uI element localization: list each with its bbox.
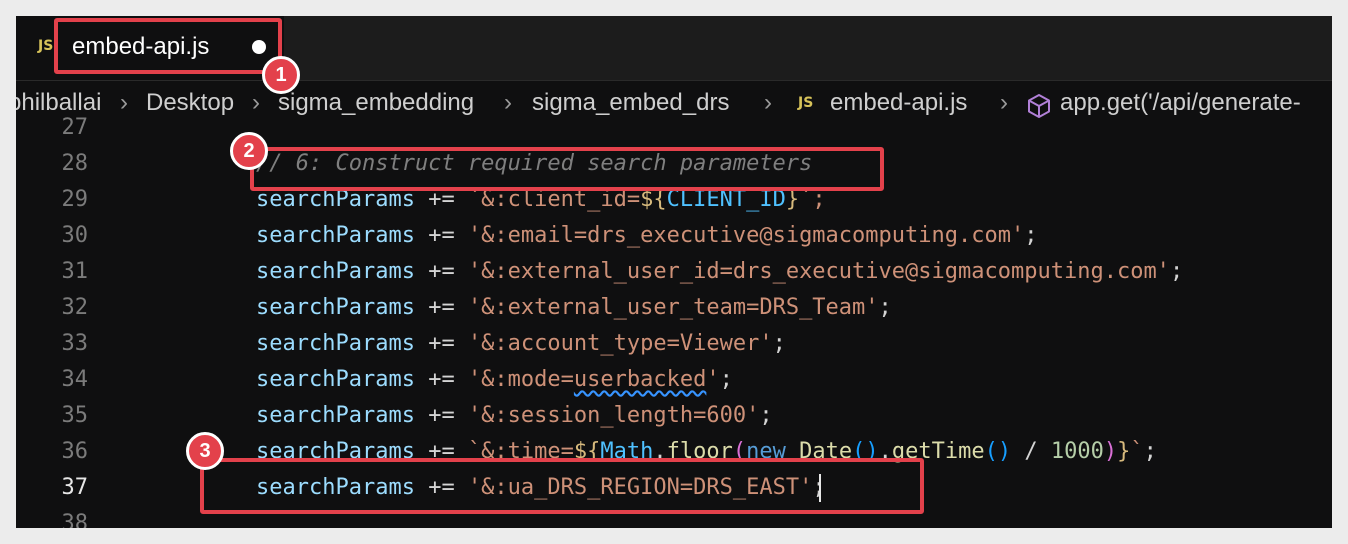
breadcrumb-item-desktop[interactable]: Desktop (146, 81, 234, 125)
code-operator: += (414, 367, 468, 392)
code-operator: += (414, 403, 468, 428)
code-line-33[interactable]: searchParams += '&:account_type=Viewer'; (256, 326, 786, 362)
code-operator: += (414, 223, 468, 248)
code-paren: () (984, 439, 1012, 464)
highlight-box-comment (250, 147, 884, 191)
javascript-file-icon: JS (38, 38, 54, 54)
code-string: ` (1130, 439, 1144, 464)
code-string: '&:external_user_team=DRS_Team' (467, 295, 879, 320)
line-number: 29 (61, 187, 89, 212)
code-string: '&:session_length=600' (467, 403, 760, 428)
chevron-right-icon: › (504, 89, 512, 116)
code-line-35[interactable]: searchParams += '&:session_length=600'; (256, 398, 773, 434)
code-operator: += (414, 331, 468, 356)
code-operator: / (1011, 439, 1051, 464)
code-variable: searchParams (256, 259, 415, 284)
line-number: 38 (61, 511, 89, 528)
code-operator: += (414, 295, 468, 320)
chevron-right-icon: › (764, 89, 772, 116)
code-template-close: } (1117, 439, 1131, 464)
code-semicolon: ; (719, 367, 733, 392)
line-number: 28 (61, 151, 89, 176)
code-semicolon: ; (1024, 223, 1038, 248)
breadcrumb-item-sigma-embed-drs[interactable]: sigma_embed_drs (532, 81, 729, 125)
code-semicolon: ; (1169, 259, 1184, 284)
line-number: 33 (61, 331, 89, 356)
line-number: 35 (61, 403, 89, 428)
chevron-right-icon: › (1000, 89, 1008, 116)
code-variable: searchParams (256, 295, 415, 320)
line-number: 31 (61, 259, 89, 284)
chevron-right-icon: › (252, 89, 260, 116)
annotation-badge-1: 1 (262, 56, 300, 94)
spelling-squiggle-word[interactable]: userbacked (574, 367, 706, 392)
annotation-badge-2: 2 (230, 132, 268, 170)
code-string: '&:account_type=Viewer' (467, 331, 773, 356)
code-line-32[interactable]: searchParams += '&:external_user_team=DR… (256, 290, 892, 326)
chevron-right-icon: › (120, 89, 128, 116)
highlight-box-tab (54, 18, 282, 74)
javascript-file-icon: JS (798, 95, 814, 111)
code-variable: searchParams (256, 223, 415, 248)
line-number: 34 (61, 367, 89, 392)
code-line-30[interactable]: searchParams += '&:email=drs_executive@s… (256, 218, 1037, 254)
breadcrumb: philballai › Desktop › sigma_embedding ›… (16, 80, 1332, 125)
breadcrumb-item-file[interactable]: embed-api.js (830, 81, 967, 125)
breadcrumb-item-sigma-embedding[interactable]: sigma_embedding (278, 81, 474, 125)
line-number: 27 (61, 115, 89, 140)
code-string: ' (706, 367, 720, 392)
code-string: '&:mode= (467, 367, 574, 392)
line-number: 30 (61, 223, 89, 248)
line-number: 32 (61, 295, 89, 320)
code-variable: searchParams (256, 367, 415, 392)
code-number: 1000 (1050, 439, 1104, 464)
code-paren: ) (1103, 439, 1118, 464)
code-semicolon: ; (1143, 439, 1157, 464)
code-semicolon: ; (878, 295, 892, 320)
code-operator: += (414, 259, 468, 284)
code-string: '&:email=drs_executive@sigmacomputing.co… (467, 223, 1025, 248)
code-semicolon: ; (759, 403, 773, 428)
line-number: 36 (61, 439, 89, 464)
code-line-31[interactable]: searchParams += '&:external_user_id=drs_… (256, 254, 1183, 290)
line-number: 37 (61, 475, 89, 500)
code-line-34[interactable]: searchParams += '&:mode=userbacked'; (256, 362, 733, 398)
annotation-badge-3: 3 (186, 432, 224, 470)
code-string: '&:external_user_id=drs_executive@sigmac… (467, 259, 1170, 284)
code-variable: searchParams (256, 403, 415, 428)
method-cube-icon (1026, 90, 1052, 118)
highlight-box-line-37 (200, 458, 924, 514)
breadcrumb-item-symbol[interactable]: app.get('/api/generate- (1060, 81, 1301, 125)
code-variable: searchParams (256, 331, 415, 356)
code-semicolon: ; (772, 331, 786, 356)
